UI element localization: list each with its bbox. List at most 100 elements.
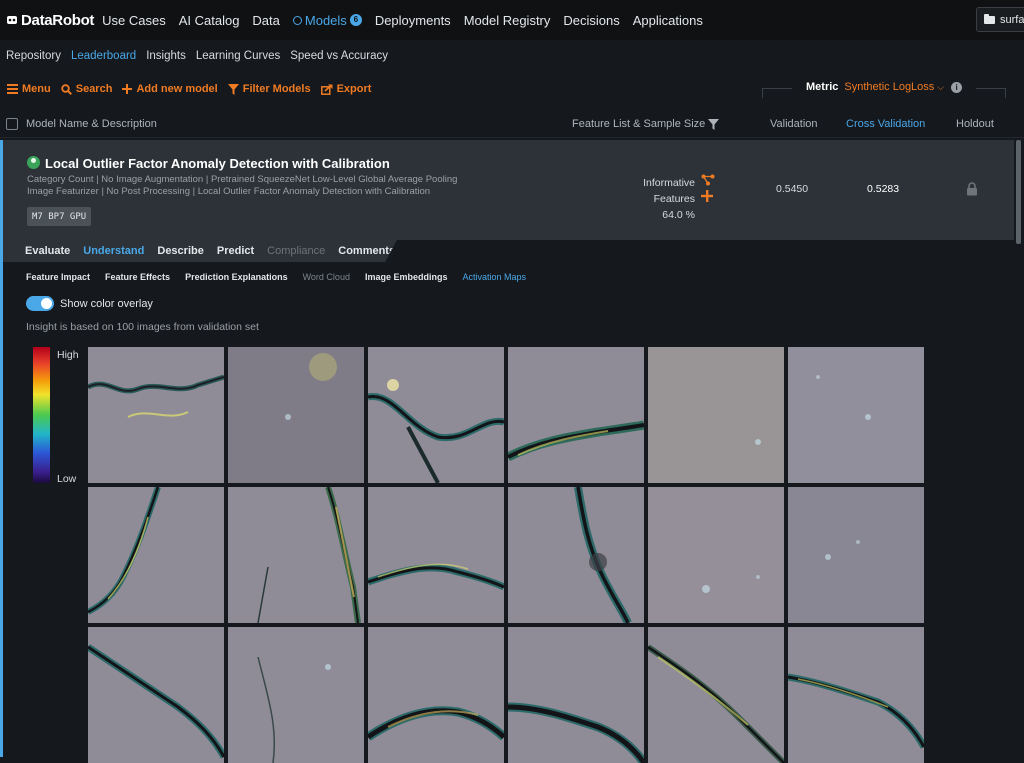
filter-icon[interactable] [708, 118, 720, 130]
tab-predict[interactable]: Predict [217, 245, 254, 257]
chevron-down-icon: ⌵ [937, 81, 945, 92]
activation-map-image[interactable] [508, 487, 644, 623]
activation-map-image[interactable] [648, 487, 784, 623]
activation-map-image[interactable] [368, 347, 504, 483]
activation-map-image[interactable] [508, 347, 644, 483]
subnav-leaderboard[interactable]: Leaderboard [71, 50, 136, 62]
feature-list-cell: Informative Features 64.0 % [599, 175, 695, 223]
tab-compliance[interactable]: Compliance [267, 245, 325, 257]
cross-validation-score: 0.5283 [867, 183, 900, 195]
search-button[interactable]: Search [61, 83, 112, 95]
export-button[interactable]: Export [320, 83, 372, 95]
toggle-knob [41, 298, 52, 309]
leaderboard-scrollbar[interactable] [1016, 140, 1021, 244]
models-count-badge: 6 [349, 14, 362, 26]
tab-understand[interactable]: Understand [83, 245, 144, 257]
tab-comments[interactable]: Comments [338, 245, 395, 257]
project-selector[interactable]: surface [976, 7, 1024, 32]
feature-list-actions [701, 174, 715, 202]
add-new-model-label: Add new model [136, 83, 218, 95]
add-new-model-button[interactable]: Add new model [122, 83, 218, 95]
model-title[interactable]: Local Outlier Factor Anomaly Detection w… [45, 156, 390, 171]
info-icon[interactable]: i [951, 81, 963, 93]
export-icon [320, 84, 333, 95]
subnav-insights[interactable]: Insights [146, 50, 186, 62]
filter-models-button[interactable]: Filter Models [227, 83, 311, 95]
column-cross-validation[interactable]: Cross Validation [846, 118, 925, 130]
add-sample-size-icon[interactable] [701, 190, 713, 202]
activation-map-image[interactable] [788, 487, 924, 623]
activation-map-image[interactable] [88, 347, 224, 483]
legend-low-label: Low [57, 473, 77, 485]
subnav-repository[interactable]: Repository [6, 50, 61, 62]
nav-decisions[interactable]: Decisions [563, 13, 619, 28]
column-validation[interactable]: Validation [770, 118, 818, 130]
nav-use-cases[interactable]: Use Cases [102, 13, 166, 28]
datarobot-logo[interactable]: DataRobot [6, 12, 94, 29]
select-all-checkbox[interactable] [6, 118, 18, 130]
menu-label: Menu [22, 83, 51, 95]
feature-list-name: Informative Features [643, 177, 695, 205]
activation-map-image[interactable] [508, 627, 644, 763]
column-feature-list[interactable]: Feature List & Sample Size [572, 118, 720, 130]
activation-map-image[interactable] [228, 347, 364, 483]
color-overlay-label: Show color overlay [60, 297, 153, 310]
insight-note: Insight is based on 100 images from vali… [26, 321, 259, 333]
model-tabs: Evaluate Understand Describe Predict Com… [3, 240, 397, 262]
leaderboard-column-header: Model Name & Description Feature List & … [0, 110, 1024, 138]
activation-map-image[interactable] [228, 487, 364, 623]
nav-model-registry[interactable]: Model Registry [464, 13, 551, 28]
filter-models-label: Filter Models [242, 83, 311, 95]
subtab-activation-maps[interactable]: Activation Maps [462, 272, 526, 282]
models-subnav: Repository Leaderboard Insights Learning… [0, 40, 1024, 72]
column-feature-list-label: Feature List & Sample Size [572, 118, 706, 130]
subtab-word-cloud[interactable]: Word Cloud [303, 272, 350, 282]
export-label: Export [336, 83, 372, 95]
activation-map-image[interactable] [648, 347, 784, 483]
color-overlay-toggle[interactable] [26, 296, 54, 311]
subtab-feature-effects[interactable]: Feature Effects [105, 272, 170, 282]
activation-map-image[interactable] [368, 487, 504, 623]
activation-map-image[interactable] [228, 627, 364, 763]
activation-map-image[interactable] [788, 347, 924, 483]
plus-icon [122, 84, 133, 94]
hamburger-icon [7, 84, 18, 94]
model-row[interactable]: Local Outlier Factor Anomaly Detection w… [0, 140, 1014, 240]
project-name: surface [1000, 13, 1024, 26]
nav-deployments[interactable]: Deployments [375, 13, 451, 28]
lock-icon[interactable] [966, 182, 978, 196]
subtab-feature-impact[interactable]: Feature Impact [26, 272, 90, 282]
activation-map-image[interactable] [368, 627, 504, 763]
robot-logo-icon [7, 16, 17, 24]
top-navigation: DataRobot Use Cases AI Catalog Data Mode… [0, 0, 1024, 40]
legend-high-label: High [57, 349, 79, 361]
metric-selector[interactable]: Metric Synthetic LogLoss ⌵ i [806, 81, 963, 93]
subnav-speed-vs-accuracy[interactable]: Speed vs Accuracy [290, 50, 388, 62]
funnel-icon [227, 83, 239, 95]
nav-applications[interactable]: Applications [633, 13, 703, 28]
nav-data[interactable]: Data [252, 13, 279, 28]
logo-text: DataRobot [21, 11, 95, 29]
column-holdout[interactable]: Holdout [956, 118, 994, 130]
nav-models-label: Models [304, 12, 347, 28]
activation-map-image[interactable] [788, 627, 924, 763]
feature-list-graph-icon[interactable] [701, 174, 715, 186]
metric-divider-left [762, 88, 792, 98]
subtab-prediction-explanations[interactable]: Prediction Explanations [185, 272, 288, 282]
models-ring-icon [292, 15, 302, 25]
activation-map-image[interactable] [88, 487, 224, 623]
nav-models[interactable]: Models 6 [292, 12, 362, 28]
activation-map-image[interactable] [648, 627, 784, 763]
search-icon [61, 83, 72, 95]
model-description: Category Count | No Image Augmentation |… [27, 174, 458, 197]
menu-button[interactable]: Menu [7, 83, 51, 95]
subtab-image-embeddings[interactable]: Image Embeddings [365, 272, 448, 282]
activation-map-image[interactable] [88, 627, 224, 763]
nav-ai-catalog[interactable]: AI Catalog [179, 13, 240, 28]
tab-evaluate[interactable]: Evaluate [25, 245, 70, 257]
metric-divider-right [976, 88, 1006, 98]
color-overlay-toggle-row: Show color overlay [26, 296, 153, 311]
column-model-name[interactable]: Model Name & Description [26, 118, 157, 130]
tab-describe[interactable]: Describe [157, 245, 203, 257]
subnav-learning-curves[interactable]: Learning Curves [196, 50, 280, 62]
